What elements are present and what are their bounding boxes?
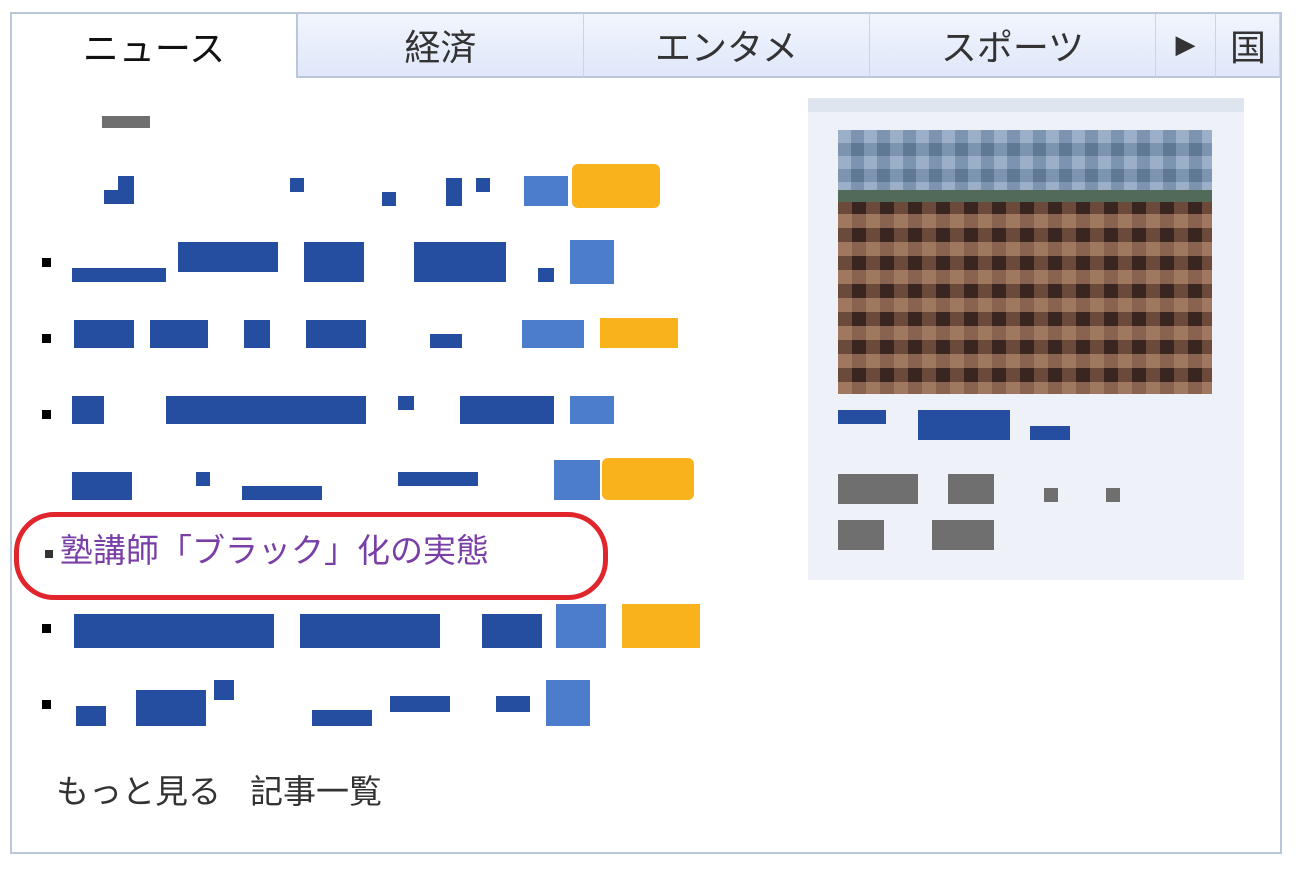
new-badge-icon	[572, 164, 660, 208]
pixelated-block	[76, 706, 106, 726]
camera-icon	[522, 320, 584, 348]
pixelated-block	[102, 116, 150, 128]
pixelated-block	[244, 320, 270, 348]
pixelated-block	[136, 690, 206, 726]
tab-label: 国	[1230, 28, 1267, 69]
pixelated-block	[1030, 426, 1070, 440]
new-badge-icon	[622, 604, 700, 648]
tab-sports[interactable]: スポーツ	[870, 14, 1156, 78]
more-link[interactable]: もっと見る	[56, 765, 221, 813]
tab-label: エンタメ	[655, 28, 798, 69]
tab-economy[interactable]: 経済	[298, 14, 584, 78]
camera-icon	[570, 240, 614, 284]
pixelated-block	[414, 242, 506, 282]
bullet-icon	[42, 258, 51, 267]
pixelated-block	[72, 396, 104, 424]
camera-icon	[556, 604, 606, 648]
pixelated-block	[242, 486, 322, 500]
camera-icon	[570, 396, 614, 424]
tab-domestic[interactable]: 国	[1216, 14, 1280, 78]
pixelated-block	[214, 680, 234, 700]
new-badge-icon	[602, 458, 694, 500]
pixelated-block	[72, 472, 132, 500]
highlight-circle	[14, 512, 608, 600]
pixelated-block	[538, 268, 554, 282]
tab-label: 経済	[404, 28, 477, 69]
pixelated-block	[104, 190, 134, 204]
pixelated-block	[312, 710, 372, 726]
pixelated-block	[398, 396, 414, 410]
pixelated-block	[932, 520, 994, 550]
pixelated-block	[196, 472, 210, 486]
pixelated-block	[382, 192, 396, 206]
pixelated-block	[166, 396, 366, 424]
pixelated-block	[390, 696, 450, 712]
tab-label: ニュース	[82, 29, 226, 70]
camera-icon	[546, 680, 590, 726]
pixelated-block	[496, 696, 530, 712]
pixelated-block	[178, 242, 278, 272]
pixelated-block	[838, 520, 884, 550]
new-badge-icon	[600, 318, 678, 348]
bullet-icon	[42, 334, 51, 343]
bullet-icon	[42, 410, 51, 419]
tab-label: スポーツ	[940, 28, 1085, 69]
pixelated-block	[838, 410, 886, 424]
pixelated-block	[74, 614, 274, 648]
camera-icon	[554, 460, 600, 500]
article-list-link[interactable]: 記事一覧	[250, 765, 382, 813]
pixelated-block	[398, 472, 478, 486]
pixelated-block	[446, 178, 462, 206]
bullet-icon	[42, 624, 51, 633]
pixelated-block	[290, 178, 304, 192]
tab-bar: ニュース 経済 エンタメ スポーツ ▶ 国	[12, 14, 1280, 80]
pixelated-image	[838, 130, 1212, 394]
tab-scroll-button[interactable]: ▶	[1156, 14, 1216, 78]
pixelated-block	[72, 268, 166, 282]
pixelated-block	[150, 320, 208, 348]
pixelated-block	[476, 178, 490, 192]
bullet-icon	[42, 700, 51, 709]
camera-icon	[524, 176, 568, 206]
pixelated-block	[482, 614, 542, 648]
pixelated-block	[948, 474, 994, 504]
pixelated-block	[918, 410, 1010, 440]
tab-news[interactable]: ニュース	[12, 14, 298, 78]
pixelated-block	[74, 320, 134, 348]
pixelated-block	[1044, 488, 1058, 502]
pixelated-block	[304, 242, 364, 282]
tab-entertainment[interactable]: エンタメ	[584, 14, 870, 78]
pixelated-block	[118, 176, 134, 190]
pixelated-block	[300, 614, 440, 648]
pixelated-block	[838, 474, 918, 504]
right-triangle-icon: ▶	[1175, 30, 1196, 60]
pixelated-block	[306, 320, 366, 348]
pixelated-block	[460, 396, 554, 424]
pixelated-photo[interactable]	[838, 130, 1212, 394]
pixelated-block	[430, 334, 462, 348]
pixelated-block	[1106, 488, 1120, 502]
